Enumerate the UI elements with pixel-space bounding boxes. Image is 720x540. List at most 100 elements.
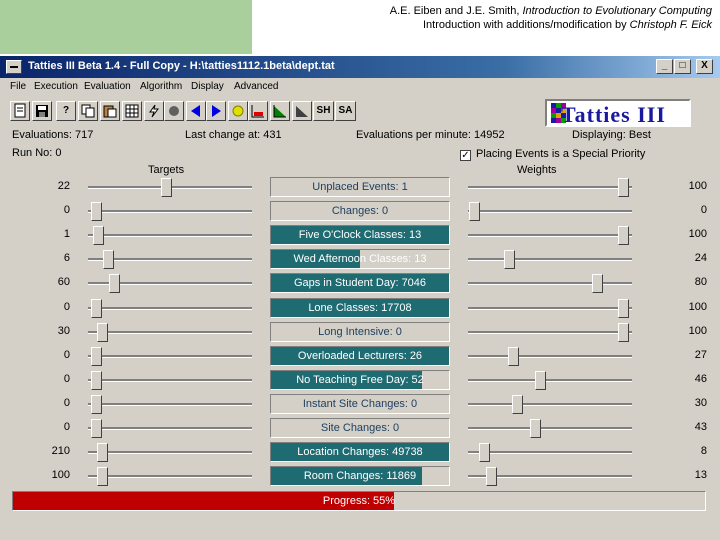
weight-slider-thumb[interactable] xyxy=(511,394,523,414)
menu-execution[interactable]: Execution xyxy=(34,81,78,92)
weight-value: 43 xyxy=(694,421,707,433)
weight-slider-thumb[interactable] xyxy=(478,443,490,463)
objective-row: 0 Instant Site Changes: 0 30 xyxy=(0,393,720,415)
target-slider-thumb[interactable] xyxy=(109,274,121,294)
target-slider-track[interactable] xyxy=(88,330,252,334)
target-slider-track[interactable] xyxy=(88,306,252,310)
objective-row: 0 Site Changes: 0 43 xyxy=(0,417,720,439)
objective-label: Wed Afternoon Classes: 13 xyxy=(293,253,427,266)
weight-slider-track[interactable] xyxy=(468,427,632,430)
objective-label: Location Changes: 49738 xyxy=(297,446,423,459)
weight-slider-thumb[interactable] xyxy=(618,178,630,197)
weight-slider-track[interactable] xyxy=(468,402,632,406)
sh-button[interactable]: SH xyxy=(313,101,334,121)
objective-label: Room Changes: 11869 xyxy=(303,470,417,483)
target-slider-thumb[interactable] xyxy=(91,298,103,318)
weight-slider-track[interactable] xyxy=(468,451,632,455)
target-slider-track[interactable] xyxy=(88,427,252,430)
red-chart-icon[interactable] xyxy=(248,101,268,121)
objective-row: 210 Location Changes: 49738 8 xyxy=(0,441,720,463)
save-icon[interactable] xyxy=(32,101,52,121)
weight-slider-thumb[interactable] xyxy=(591,274,603,294)
weight-slider-track[interactable] xyxy=(468,378,632,382)
back-icon[interactable] xyxy=(186,101,206,121)
weight-value: 24 xyxy=(694,252,707,265)
grid-icon[interactable] xyxy=(122,101,142,121)
weight-slider-thumb[interactable] xyxy=(618,298,630,318)
title-bar[interactable]: Tatties III Beta 1.4 - Full Copy - H:\ta… xyxy=(0,56,720,78)
objective-bar: Five O'Clock Classes: 13 xyxy=(270,225,450,246)
target-slider-thumb[interactable] xyxy=(91,370,103,390)
gray-chart-icon[interactable] xyxy=(292,101,312,121)
target-slider-track[interactable] xyxy=(88,234,252,238)
weight-slider-track[interactable] xyxy=(468,258,632,262)
copy-icon[interactable] xyxy=(78,101,98,121)
target-value: 0 xyxy=(63,421,70,433)
sa-button[interactable]: SA xyxy=(335,101,356,121)
help-icon[interactable]: ? xyxy=(56,101,76,121)
weight-slider-thumb[interactable] xyxy=(469,202,481,222)
lightning-icon[interactable] xyxy=(144,101,164,121)
objective-bar: Unplaced Events: 1 xyxy=(270,177,450,197)
target-slider-thumb[interactable] xyxy=(97,467,109,487)
menu-advanced[interactable]: Advanced xyxy=(234,81,278,92)
weight-slider-track[interactable] xyxy=(468,306,632,310)
weight-slider-track[interactable] xyxy=(468,234,632,238)
play-icon[interactable] xyxy=(206,101,226,121)
menu-display[interactable]: Display xyxy=(191,81,224,92)
target-slider-track[interactable] xyxy=(88,354,252,358)
menu-file[interactable]: File xyxy=(10,81,26,92)
yellow-target-icon[interactable] xyxy=(228,101,248,121)
target-slider-thumb[interactable] xyxy=(161,178,173,197)
weight-slider-thumb[interactable] xyxy=(535,370,547,390)
objective-row: 100 Room Changes: 11869 13 xyxy=(0,465,720,487)
objective-label: Unplaced Events: 1 xyxy=(312,181,408,193)
system-menu-icon[interactable] xyxy=(6,60,22,74)
menu-bar: File Execution Evaluation Algorithm Disp… xyxy=(0,78,720,95)
stop-icon[interactable] xyxy=(164,101,184,121)
weight-slider-thumb[interactable] xyxy=(530,419,542,438)
window-title: Tatties III Beta 1.4 - Full Copy - H:\ta… xyxy=(28,60,335,72)
weight-slider-track[interactable] xyxy=(468,354,632,358)
weight-slider-thumb[interactable] xyxy=(503,250,515,270)
menu-evaluation[interactable]: Evaluation xyxy=(84,81,131,92)
close-button[interactable]: X xyxy=(696,59,713,74)
weight-slider-thumb[interactable] xyxy=(618,322,630,342)
maximize-button[interactable]: □ xyxy=(674,59,691,74)
target-slider-track[interactable] xyxy=(88,378,252,382)
weight-value: 27 xyxy=(694,348,707,361)
weight-slider-track[interactable] xyxy=(468,282,632,286)
minimize-button[interactable]: _ xyxy=(656,59,673,74)
paste-icon[interactable] xyxy=(100,101,120,121)
weight-value: 30 xyxy=(694,396,707,409)
target-slider-thumb[interactable] xyxy=(92,226,104,246)
weight-slider-thumb[interactable] xyxy=(486,467,498,487)
target-slider-track[interactable] xyxy=(88,475,252,479)
target-slider-thumb[interactable] xyxy=(91,346,103,366)
target-slider-thumb[interactable] xyxy=(91,419,103,438)
progress-bar: Progress: 55% xyxy=(12,491,706,511)
green-chart-icon[interactable] xyxy=(270,101,290,121)
target-slider-thumb[interactable] xyxy=(91,394,103,414)
target-value: 0 xyxy=(63,372,70,385)
target-slider-thumb[interactable] xyxy=(103,250,115,270)
target-slider-track[interactable] xyxy=(88,451,252,455)
header-line-2: Introduction with additions/modification… xyxy=(252,18,712,32)
menu-algorithm[interactable]: Algorithm xyxy=(140,81,182,92)
placing-events-checkbox[interactable]: ✓ xyxy=(460,150,471,161)
target-slider-track[interactable] xyxy=(88,402,252,406)
target-slider-track[interactable] xyxy=(88,210,252,214)
weight-slider-thumb[interactable] xyxy=(508,346,520,366)
target-slider-thumb[interactable] xyxy=(97,322,109,342)
target-slider-thumb[interactable] xyxy=(91,202,103,222)
target-slider-thumb[interactable] xyxy=(97,443,109,463)
weight-slider-track[interactable] xyxy=(468,210,632,214)
target-value: 1 xyxy=(63,228,70,241)
new-file-icon[interactable] xyxy=(10,101,30,121)
weight-slider-track[interactable] xyxy=(468,330,632,334)
weight-slider-thumb[interactable] xyxy=(618,226,630,246)
evaluations-count: Evaluations: 717 xyxy=(12,129,94,141)
weight-slider-track[interactable] xyxy=(468,186,632,189)
weight-value: 100 xyxy=(688,300,707,313)
target-value: 0 xyxy=(63,300,70,313)
